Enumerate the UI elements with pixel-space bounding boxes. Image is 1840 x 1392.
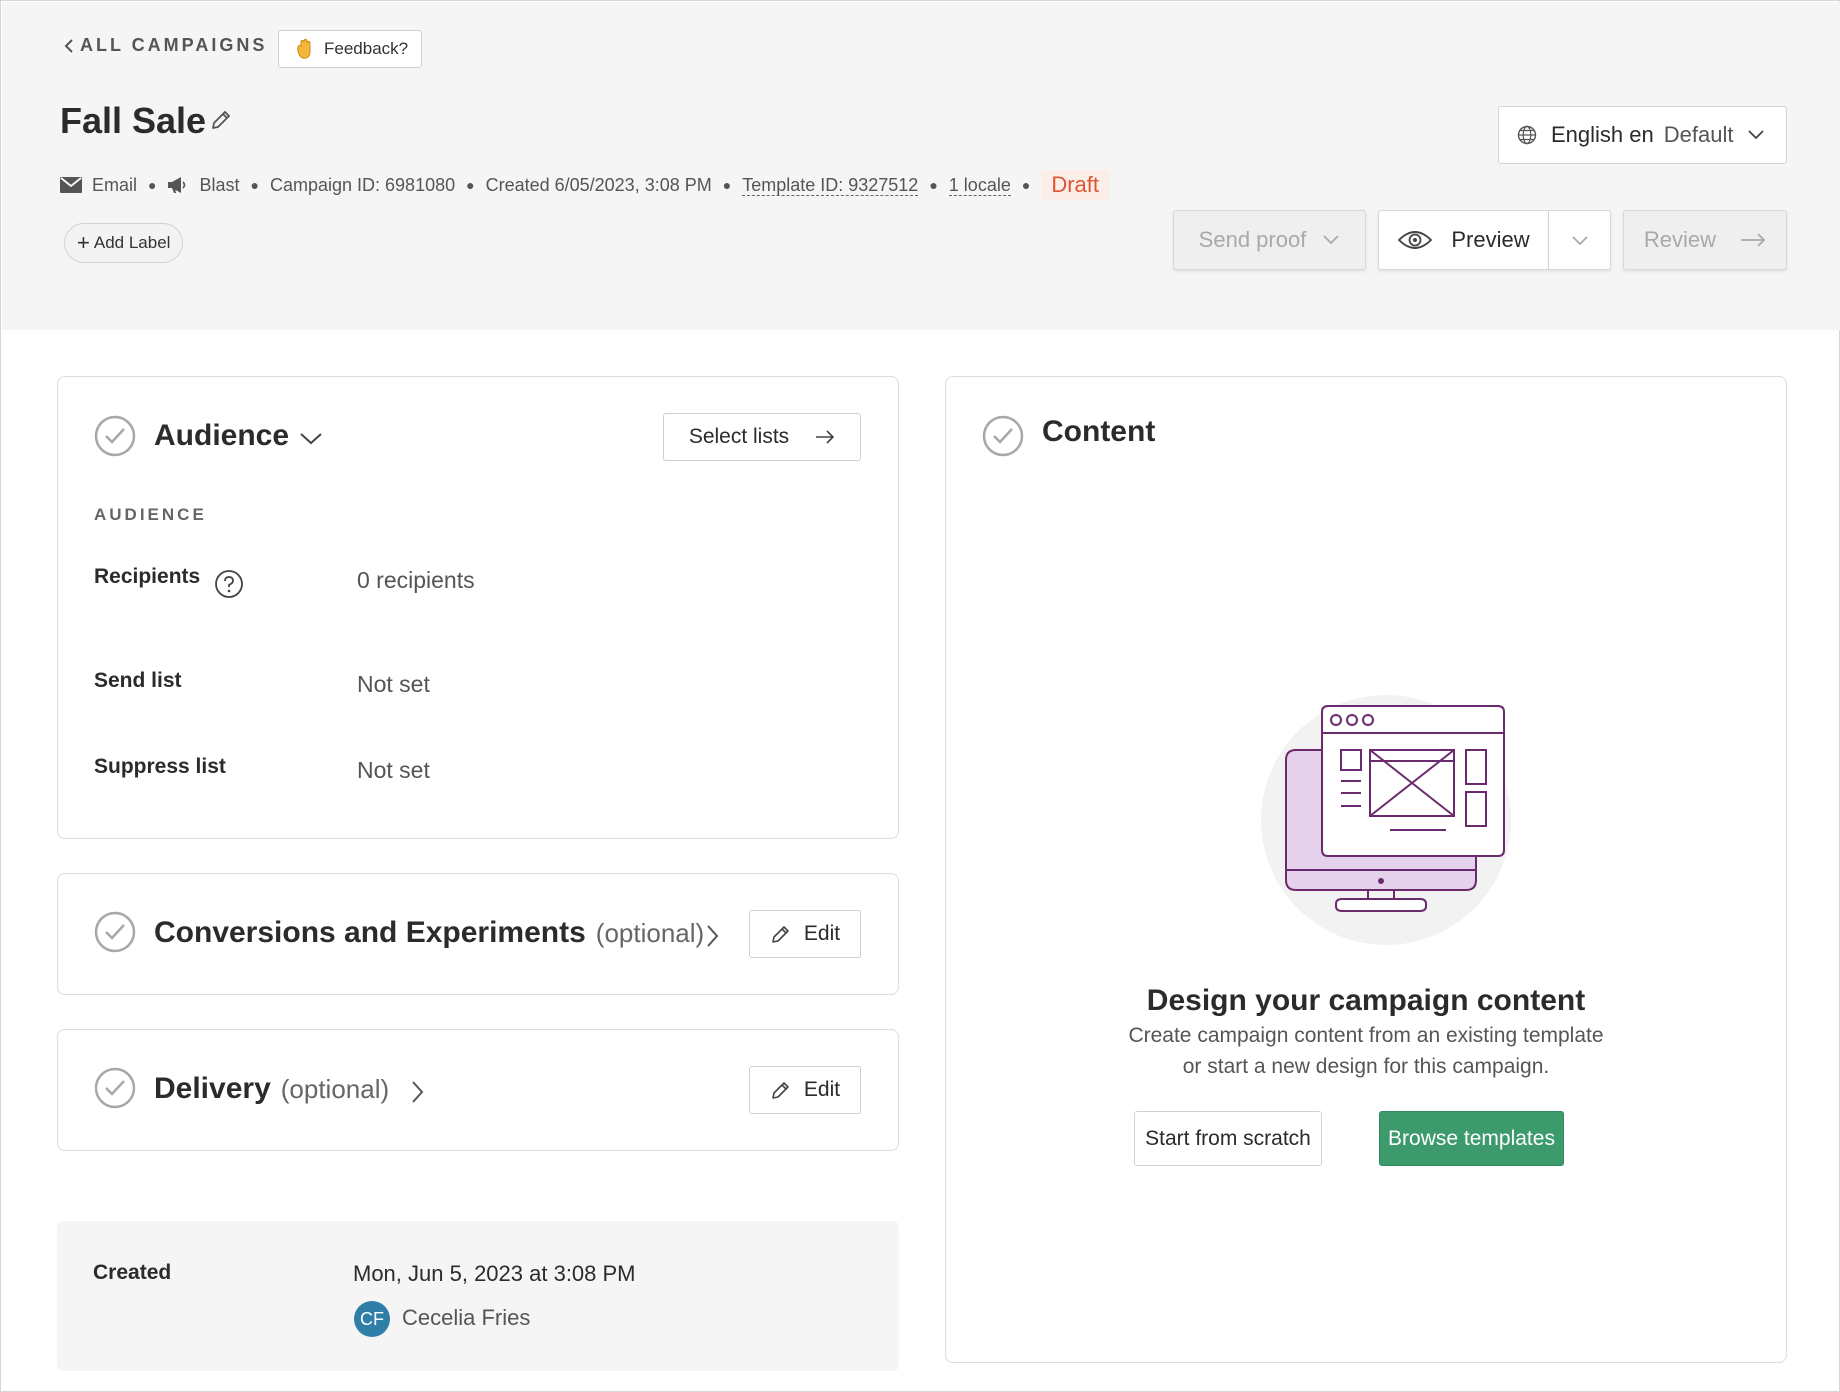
chevron-down-icon [1747,129,1765,141]
all-campaigns-link[interactable]: ALL CAMPAIGNS [64,35,267,56]
delivery-title-text: Delivery [154,1072,271,1105]
arrow-right-icon [1740,233,1766,247]
add-label-text: Add Label [93,233,171,252]
campaign-design-illustration [1261,695,1511,945]
recipients-label: Recipients [94,565,201,588]
edit-title-icon[interactable] [209,108,233,137]
preview-label: Preview [1451,227,1530,252]
browse-templates-button[interactable]: Browse templates [1379,1111,1564,1166]
suppress-list-value: Not set [357,757,430,783]
suppress-list-label: Suppress list [94,755,226,778]
plus-icon: + [77,230,90,255]
optional-tag: (optional) [280,1074,390,1104]
check-circle-icon [94,1067,136,1109]
review-button[interactable]: Review [1623,210,1787,270]
waving-hand-icon [297,39,311,59]
locale-default: Default [1663,122,1734,147]
content-title: Content [1042,415,1156,448]
audience-title[interactable]: Audience [154,419,289,453]
meta-created: Created 6/05/2023, 3:08 PM [485,174,712,195]
back-label: ALL CAMPAIGNS [80,35,268,55]
content-card: Content Design your campaign content Cre… [945,376,1787,1363]
audience-section-label: AUDIENCE [94,505,207,524]
review-label: Review [1643,227,1717,252]
chevron-down-icon[interactable] [299,432,323,446]
page-title: Fall Sale [60,100,207,141]
edit-label: Edit [803,1078,841,1101]
delivery-title[interactable]: Delivery (optional) [154,1072,389,1106]
delivery-edit-button[interactable]: Edit [749,1066,861,1114]
globe-icon [1517,125,1537,145]
audience-card: Audience Select lists AUDIENCE Recipient… [57,376,899,839]
delivery-card: Delivery (optional) Edit [57,1029,899,1151]
avatar: CF [354,1301,390,1337]
email-icon [60,177,82,193]
locale-language: English en [1551,122,1654,147]
select-lists-label: Select lists [688,425,790,448]
chevron-down-icon [1571,227,1589,253]
preview-button[interactable]: Preview [1378,210,1549,270]
conversions-edit-button[interactable]: Edit [749,910,861,958]
content-description-line-1: Create campaign content from an existing… [1128,1024,1604,1047]
chevron-right-icon[interactable] [411,1080,425,1104]
help-icon[interactable] [214,569,244,599]
send-list-label: Send list [94,669,182,692]
feedback-button[interactable]: Feedback? [278,30,423,68]
meta-channel: Email [92,174,138,195]
eye-icon [1397,229,1433,251]
pencil-icon [770,923,792,945]
chevron-left-icon [64,38,73,53]
meta-template-id[interactable]: Template ID: 9327512 [742,175,919,196]
content-heading: Design your campaign content [1146,984,1586,1017]
locale-select[interactable]: English en Default [1498,106,1787,164]
preview-options-button[interactable] [1549,210,1611,270]
check-circle-icon [982,415,1024,457]
created-date: Mon, Jun 5, 2023 at 3:08 PM [353,1261,636,1286]
campaign-header: ALL CAMPAIGNS Feedback? Fall Sale Email … [2,2,1840,330]
check-circle-icon [94,415,136,457]
meta-locales[interactable]: 1 locale [948,175,1011,196]
content-description: Create campaign content from an existing… [946,1020,1786,1082]
megaphone-icon [167,176,189,194]
campaign-meta: Email ● Blast ● Campaign ID: 6981080 ● C… [60,170,1109,200]
send-list-value: Not set [357,671,430,697]
creator-name: Cecelia Fries [402,1305,531,1330]
send-proof-label: Send proof [1198,227,1307,252]
check-circle-icon [94,911,136,953]
select-lists-button[interactable]: Select lists [663,413,861,461]
content-description-line-2: or start a new design for this campaign. [1182,1055,1550,1078]
created-panel: Created Mon, Jun 5, 2023 at 3:08 PM CF C… [57,1221,899,1371]
send-proof-button[interactable]: Send proof [1173,210,1366,270]
created-label: Created [93,1261,172,1284]
app-frame: ALL CAMPAIGNS Feedback? Fall Sale Email … [0,0,1840,1392]
chevron-down-icon [1322,234,1340,246]
conversions-title[interactable]: Conversions and Experiments (optional) [154,916,704,950]
arrow-right-icon [815,430,835,444]
chevron-right-icon[interactable] [706,924,720,948]
conversions-card: Conversions and Experiments (optional) Ed… [57,873,899,995]
recipients-value: 0 recipients [357,567,475,593]
meta-campaign-id: Campaign ID: 6981080 [269,174,456,195]
conversions-title-text: Conversions and Experiments [154,916,586,949]
edit-label: Edit [803,922,841,945]
start-from-scratch-button[interactable]: Start from scratch [1134,1111,1322,1166]
pencil-icon [770,1079,792,1101]
optional-tag: (optional) [595,918,705,948]
status-badge: Draft [1041,170,1109,200]
meta-type: Blast [199,174,240,195]
feedback-label: Feedback? [324,39,409,58]
add-label-button[interactable]: + Add Label [64,223,184,263]
